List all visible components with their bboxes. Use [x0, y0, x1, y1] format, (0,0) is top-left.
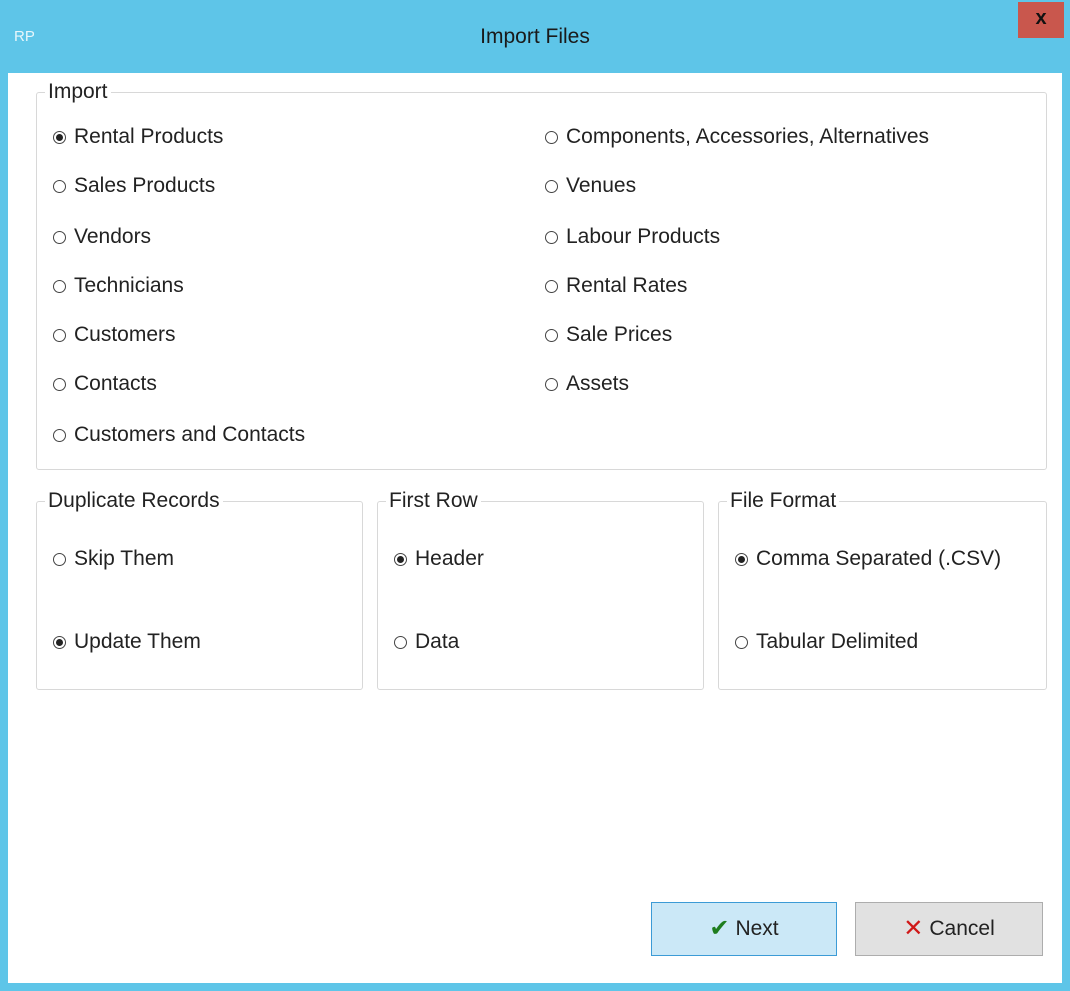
- radio-labour-products[interactable]: Labour Products: [545, 225, 720, 249]
- radio-circle-icon: [53, 179, 66, 193]
- radio-label: Customers: [74, 323, 176, 346]
- radio-label: Assets: [566, 372, 630, 395]
- file-format-group: File Format Comma Separated (.CSV) Tabul…: [718, 486, 1047, 690]
- radio-circle-icon: [53, 230, 66, 244]
- radio-circle-icon: [53, 328, 66, 342]
- radio-circle-icon: [53, 130, 66, 144]
- radio-label: Vendors: [74, 225, 152, 248]
- radio-circle-icon: [53, 279, 66, 293]
- radio-circle-icon: [735, 635, 748, 649]
- radio-label: Venues: [566, 174, 637, 197]
- radio-label: Labour Products: [566, 225, 721, 248]
- radio-customers[interactable]: Customers: [53, 323, 176, 347]
- radio-circle-icon: [735, 552, 748, 566]
- radio-tabular-delimited[interactable]: Tabular Delimited: [735, 630, 918, 654]
- radio-data[interactable]: Data: [394, 630, 459, 654]
- radio-technicians[interactable]: Technicians: [53, 274, 184, 298]
- radio-label: Data: [415, 630, 460, 653]
- title-bar: RP Import Files x: [0, 0, 1070, 73]
- first-row-legend: First Row: [386, 486, 481, 516]
- radio-vendors[interactable]: Vendors: [53, 225, 151, 249]
- duplicate-records-group: Duplicate Records Skip Them Update Them: [36, 486, 363, 690]
- close-button[interactable]: x: [1018, 2, 1064, 38]
- cancel-button-label: Cancel: [929, 917, 995, 940]
- radio-label: Components, Accessories, Alternatives: [566, 125, 930, 148]
- radio-label: Header: [415, 547, 484, 570]
- duplicate-records-legend: Duplicate Records: [45, 486, 223, 516]
- next-button[interactable]: ✔ Next: [651, 902, 837, 956]
- radio-components-accessories-alternatives[interactable]: Components, Accessories, Alternatives: [545, 125, 929, 149]
- radio-venues[interactable]: Venues: [545, 174, 636, 198]
- radio-circle-icon: [545, 328, 558, 342]
- radio-label: Sale Prices: [566, 323, 673, 346]
- radio-rental-rates[interactable]: Rental Rates: [545, 274, 687, 298]
- radio-label: Technicians: [74, 274, 184, 297]
- window-title: Import Files: [480, 25, 590, 48]
- first-row-group: First Row Header Data: [377, 486, 704, 690]
- radio-sales-products[interactable]: Sales Products: [53, 174, 215, 198]
- radio-label: Contacts: [74, 372, 157, 395]
- radio-circle-icon: [394, 635, 407, 649]
- radio-label: Tabular Delimited: [756, 630, 919, 653]
- radio-sale-prices[interactable]: Sale Prices: [545, 323, 672, 347]
- radio-label: Rental Rates: [566, 274, 688, 297]
- import-group-legend: Import: [45, 77, 111, 107]
- radio-comma-separated[interactable]: Comma Separated (.CSV): [735, 547, 1001, 571]
- radio-circle-icon: [53, 377, 66, 391]
- radio-circle-icon: [545, 179, 558, 193]
- radio-label: Sales Products: [74, 174, 216, 197]
- radio-circle-icon: [53, 428, 66, 442]
- radio-label: Update Them: [74, 630, 201, 653]
- radio-circle-icon: [545, 377, 558, 391]
- next-button-label: Next: [735, 917, 779, 940]
- radio-label: Customers and Contacts: [74, 423, 306, 446]
- dialog-body: Import Rental Products Sales Products Ve…: [8, 73, 1062, 983]
- file-format-legend: File Format: [727, 486, 840, 516]
- radio-contacts[interactable]: Contacts: [53, 372, 157, 396]
- radio-rental-products[interactable]: Rental Products: [53, 125, 223, 149]
- radio-header[interactable]: Header: [394, 547, 484, 571]
- radio-label: Comma Separated (.CSV): [756, 547, 1002, 570]
- import-files-window: RP Import Files x Import Rental Products…: [0, 0, 1070, 991]
- radio-label: Skip Them: [74, 547, 174, 570]
- radio-update-them[interactable]: Update Them: [53, 630, 201, 654]
- radio-assets[interactable]: Assets: [545, 372, 629, 396]
- radio-circle-icon: [394, 552, 407, 566]
- x-icon: ✕: [903, 915, 924, 942]
- radio-circle-icon: [53, 552, 66, 566]
- radio-customers-and-contacts[interactable]: Customers and Contacts: [53, 423, 305, 447]
- cancel-button[interactable]: ✕ Cancel: [855, 902, 1043, 956]
- radio-circle-icon: [545, 130, 558, 144]
- radio-skip-them[interactable]: Skip Them: [53, 547, 174, 571]
- import-group: Import Rental Products Sales Products Ve…: [36, 77, 1047, 470]
- check-icon: ✔: [709, 915, 730, 942]
- radio-label: Rental Products: [74, 125, 224, 148]
- radio-circle-icon: [545, 230, 558, 244]
- radio-circle-icon: [53, 635, 66, 649]
- radio-circle-icon: [545, 279, 558, 293]
